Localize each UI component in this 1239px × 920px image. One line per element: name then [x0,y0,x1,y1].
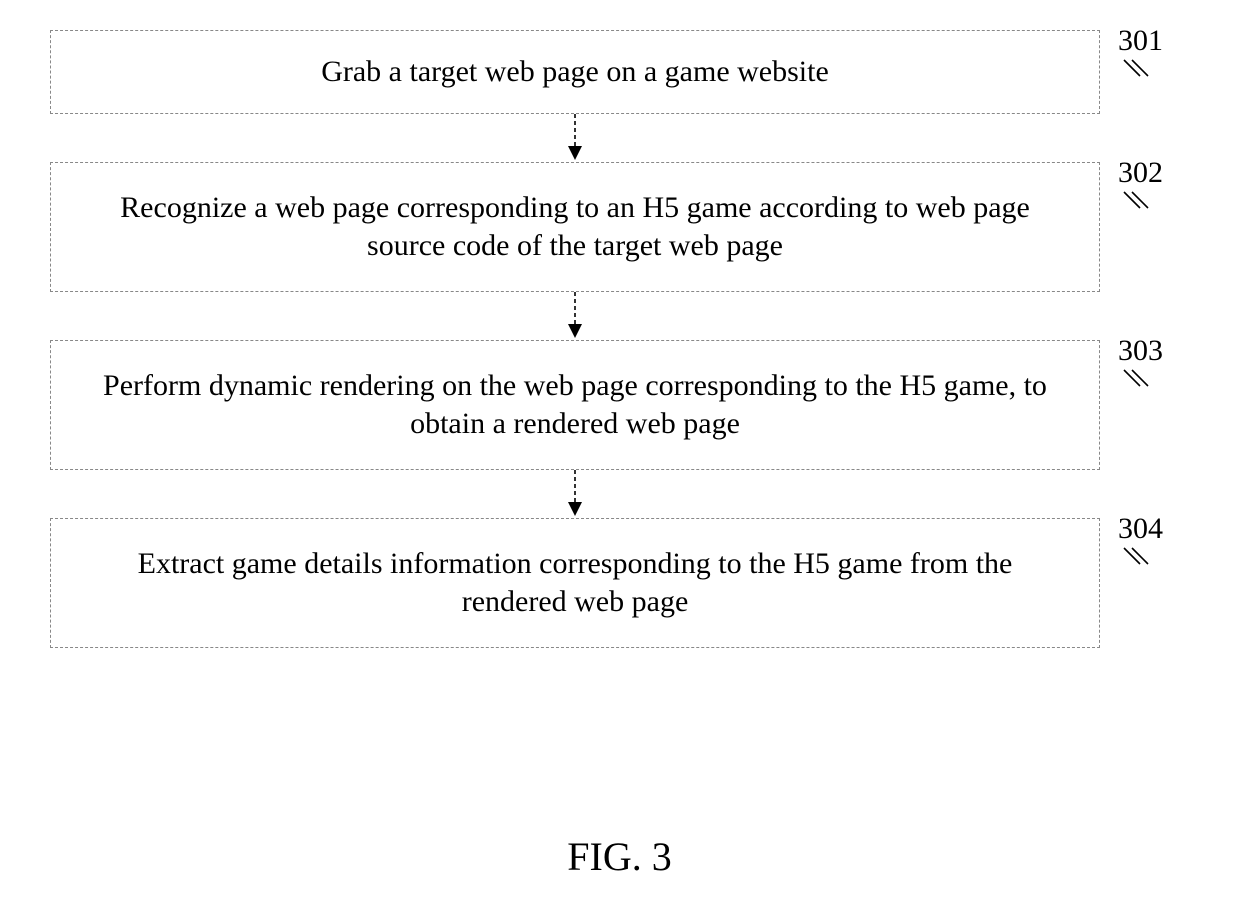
step-label-text: 302 [1118,156,1163,189]
arrow-down-icon [50,114,1100,162]
figure-caption-text: FIG. 3 [567,834,671,879]
flowchart-container: Grab a target web page on a game website… [50,30,1190,648]
step-text: Extract game details information corresp… [91,545,1059,620]
figure-caption: FIG. 3 [0,833,1239,880]
arrow-down-icon [50,470,1100,518]
step-label-text: 304 [1118,512,1163,545]
step-text: Recognize a web page corresponding to an… [91,189,1059,264]
step-label: 301 [1118,24,1163,58]
step-text: Grab a target web page on a game website [321,53,829,91]
flowchart-step: Grab a target web page on a game website… [50,30,1190,114]
arrow-down-icon [50,292,1100,340]
flowchart-step: Extract game details information corresp… [50,518,1190,648]
step-label: 302 [1118,156,1163,190]
label-tick-icon [1122,368,1150,390]
step-label-text: 303 [1118,334,1163,367]
flowchart-step: Recognize a web page corresponding to an… [50,162,1190,292]
flowchart-step: Perform dynamic rendering on the web pag… [50,340,1190,470]
step-box: Extract game details information corresp… [50,518,1100,648]
label-tick-icon [1122,190,1150,212]
label-tick-icon [1122,58,1150,80]
step-box: Perform dynamic rendering on the web pag… [50,340,1100,470]
step-text: Perform dynamic rendering on the web pag… [91,367,1059,442]
step-box: Grab a target web page on a game website [50,30,1100,114]
step-box: Recognize a web page corresponding to an… [50,162,1100,292]
step-label: 304 [1118,512,1163,546]
step-label-text: 301 [1118,24,1163,57]
label-tick-icon [1122,546,1150,568]
step-label: 303 [1118,334,1163,368]
